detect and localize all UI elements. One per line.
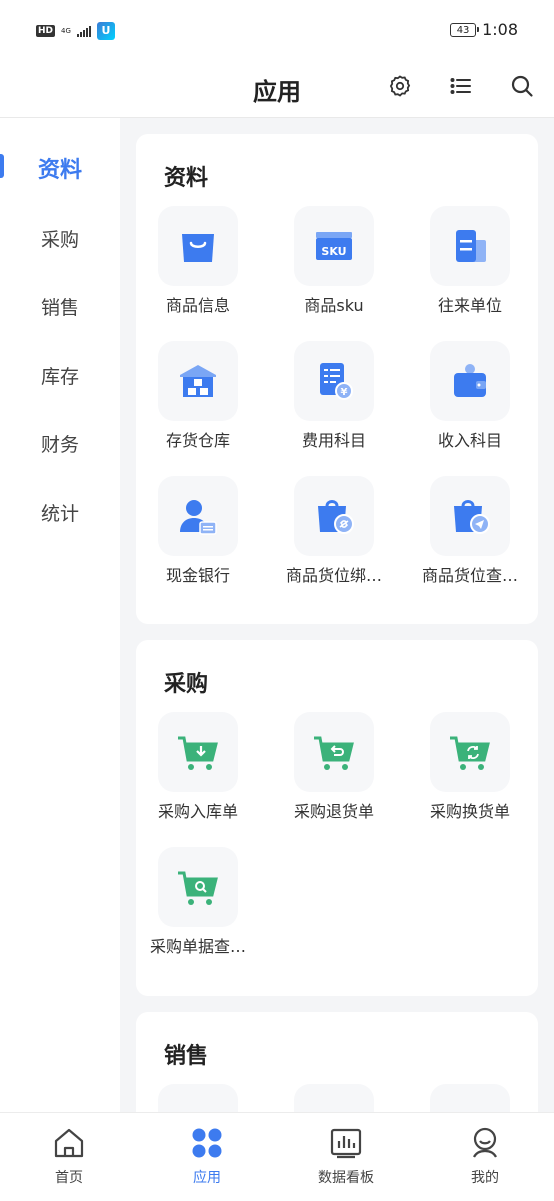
sku-badge-text: SKU — [321, 245, 346, 258]
status-right: 43 1:08 — [450, 20, 518, 39]
tile-partners[interactable]: 往来单位 — [408, 206, 528, 336]
section-card-data: 资料 商品信息 SKU 商品sku 往来单位 存货仓库 ¥ 费用科目 收入科目 … — [136, 134, 538, 624]
tile-label: 采购单据查… — [149, 937, 246, 956]
sidebar-item-purchase[interactable]: 采购 — [0, 220, 120, 260]
category-sidebar: 资料 采购 销售 库存 财务 统计 — [0, 118, 120, 1112]
tile-label: 费用科目 — [301, 431, 366, 450]
tile-location-bind[interactable]: 商品货位绑… — [272, 476, 392, 606]
tile-label: 商品sku — [304, 296, 364, 315]
tile-purchase-in[interactable]: 采购入库单 — [136, 712, 256, 842]
tile-cash-bank[interactable]: 现金银行 — [136, 476, 256, 606]
tile-income-subject[interactable]: 收入科目 — [408, 341, 528, 471]
warehouse-icon — [180, 365, 216, 397]
nav-profile[interactable]: 我的 — [416, 1125, 554, 1187]
bag-send-icon — [454, 500, 490, 534]
nav-label: 首页 — [55, 1170, 83, 1186]
tile-label: 往来单位 — [437, 296, 502, 315]
section-title: 资料 — [164, 166, 209, 191]
section-title: 采购 — [164, 672, 209, 697]
nav-label: 应用 — [193, 1170, 221, 1186]
sidebar-item-finance[interactable]: 财务 — [0, 425, 120, 465]
status-bar: HD 4G U 43 1:08 — [0, 0, 554, 60]
expense-doc-icon: ¥ — [320, 363, 353, 400]
wallet-icon — [454, 364, 486, 397]
tile-product-info[interactable]: 商品信息 — [136, 206, 256, 336]
signal-icon — [76, 25, 91, 37]
apps-icon — [192, 1128, 222, 1158]
nav-apps[interactable]: 应用 — [138, 1125, 276, 1187]
content-area: 资料 商品信息 SKU 商品sku 往来单位 存货仓库 ¥ 费用科目 收入科目 … — [120, 118, 554, 1112]
tile-label: 采购换货单 — [429, 802, 510, 821]
hd-badge: HD — [36, 25, 56, 37]
tile-purchase-exchange[interactable]: 采购换货单 — [408, 712, 528, 842]
section-title: 销售 — [164, 1044, 209, 1069]
sidebar-item-sales[interactable]: 销售 — [0, 288, 120, 328]
tile-purchase-query[interactable]: 采购单据查… — [136, 847, 256, 977]
home-icon — [54, 1128, 84, 1158]
tile-label: 商品信息 — [165, 296, 230, 315]
tile-label: 现金银行 — [165, 566, 230, 585]
bag-link-icon — [318, 500, 354, 534]
tile-label: 商品货位绑… — [285, 566, 382, 585]
network-indicator: 4G — [61, 26, 71, 35]
network-type: 4G — [61, 26, 71, 35]
shopping-bag-icon — [182, 234, 214, 262]
cart-search-icon — [178, 871, 218, 905]
person-card-icon — [180, 500, 217, 535]
tile-purchase-return[interactable]: 采购退货单 — [272, 712, 392, 842]
cart-in-icon — [178, 736, 218, 770]
search-icon — [511, 75, 533, 97]
nav-label: 数据看板 — [318, 1170, 374, 1186]
tile-warehouse[interactable]: 存货仓库 — [136, 341, 256, 471]
settings-button[interactable] — [386, 72, 414, 100]
gear-icon — [389, 75, 411, 97]
cart-return-icon — [314, 736, 354, 770]
sales-icon — [312, 1102, 356, 1112]
tile-label: 采购退货单 — [293, 802, 374, 821]
sidebar-item-statistics[interactable]: 统计 — [0, 494, 120, 534]
tile-label: 收入科目 — [437, 431, 502, 450]
tile-expense-subject[interactable]: ¥ 费用科目 — [272, 341, 392, 471]
sidebar-item-data[interactable]: 资料 — [0, 151, 120, 191]
sales-icon — [448, 1102, 492, 1112]
list-icon — [450, 78, 471, 94]
list-button[interactable] — [447, 72, 475, 100]
sidebar-item-inventory[interactable]: 库存 — [0, 357, 120, 397]
nav-label: 我的 — [471, 1170, 499, 1186]
section-card-sales: 销售 — [136, 1012, 538, 1112]
search-button[interactable] — [508, 72, 536, 100]
tile-label: 存货仓库 — [165, 431, 230, 450]
svg-text:¥: ¥ — [341, 387, 348, 398]
tile-sales-3[interactable] — [408, 1084, 528, 1112]
nav-dashboard[interactable]: 数据看板 — [277, 1125, 415, 1187]
app-header: 应用 — [0, 60, 554, 118]
status-time: 1:08 — [482, 20, 518, 39]
profile-icon — [473, 1127, 497, 1158]
building-icon — [456, 230, 486, 262]
sales-icon — [176, 1102, 220, 1112]
tile-sales-2[interactable] — [272, 1084, 392, 1112]
status-left: HD 4G U — [36, 22, 115, 40]
tile-product-sku[interactable]: SKU 商品sku — [272, 206, 392, 336]
battery-icon: 43 — [450, 22, 480, 37]
dashboard-icon — [330, 1128, 362, 1159]
section-card-purchase: 采购 采购入库单 采购退货单 采购换货单 采购单据查… — [136, 640, 538, 996]
app-notification-icon: U — [96, 22, 115, 40]
cart-exchange-icon — [450, 736, 490, 770]
tile-sales-1[interactable] — [136, 1084, 256, 1112]
sku-box-icon: SKU — [316, 232, 352, 260]
bottom-nav: 首页 应用 数据看板 我的 — [0, 1112, 554, 1201]
nav-home[interactable]: 首页 — [0, 1125, 138, 1187]
tile-label: 采购入库单 — [157, 802, 238, 821]
tile-label: 商品货位查… — [421, 566, 518, 585]
tile-location-query[interactable]: 商品货位查… — [408, 476, 528, 606]
